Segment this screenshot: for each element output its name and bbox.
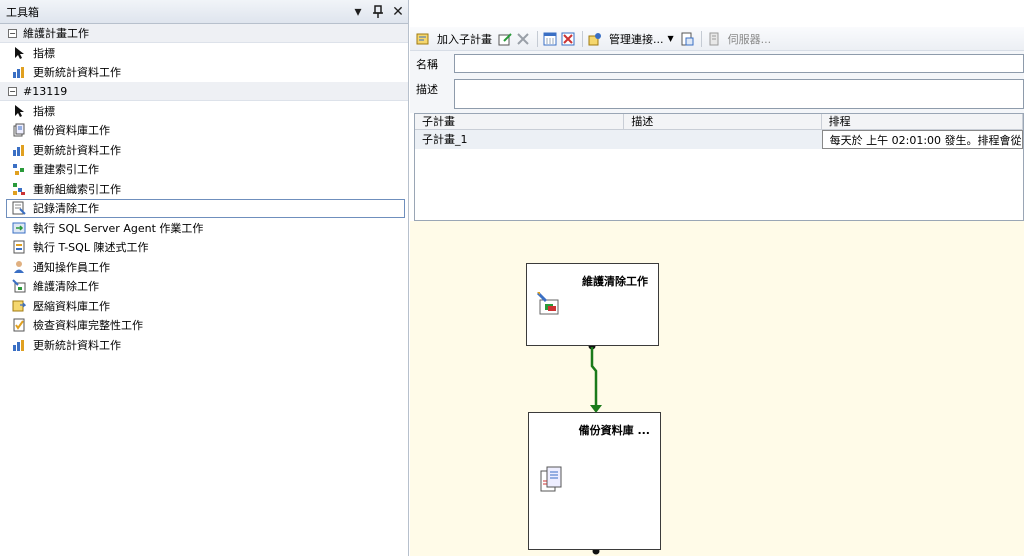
document-tab-strip	[410, 0, 1024, 27]
maintenance-cleanup-icon	[536, 291, 562, 317]
toolbar-separator	[582, 30, 583, 47]
shrink-db-icon	[12, 299, 26, 313]
toolbox-item-sql-agent-job[interactable]: 執行 SQL Server Agent 作業工作	[0, 218, 408, 238]
toolbar-separator	[700, 30, 702, 47]
toolbox-group-13119[interactable]: − #13119	[0, 82, 408, 101]
task-backup-database[interactable]: 備份資料庫 ...	[528, 412, 661, 550]
toolbox-group-maintenance[interactable]: − 維護計畫工作	[0, 24, 408, 43]
statistics-icon	[12, 338, 26, 352]
toolbox-item-pointer[interactable]: 指標	[0, 43, 408, 63]
servers-label: 伺服器...	[727, 32, 772, 46]
toolbox-item-shrink-database[interactable]: 壓縮資料庫工作	[0, 296, 408, 316]
pointer-icon	[12, 104, 26, 118]
toolbox-item-label: 壓縮資料庫工作	[33, 299, 110, 313]
task-title: 維護清除工作	[582, 275, 648, 288]
plan-properties: 名稱 描述	[410, 51, 1024, 113]
toolbox-item-label: 維護清除工作	[33, 280, 99, 294]
statistics-icon	[12, 65, 26, 79]
servers-button[interactable]: 伺服器...	[707, 31, 772, 47]
toolbox-item-label: 執行 T-SQL 陳述式工作	[33, 241, 149, 255]
collapse-icon[interactable]: −	[8, 86, 17, 96]
manage-connections-button[interactable]: 管理連接... ▼	[588, 31, 674, 47]
delete-subplan-icon[interactable]	[516, 32, 530, 46]
toolbox-item-label: 重新組織索引工作	[33, 182, 121, 196]
group-label: #13119	[23, 84, 68, 98]
column-header-schedule[interactable]: 排程	[822, 114, 1023, 129]
toolbox-item-label: 記錄清除工作	[33, 202, 99, 216]
manage-connections-icon	[588, 32, 602, 46]
toolbox-item-label: 備份資料庫工作	[33, 124, 110, 138]
server-icon	[707, 32, 721, 46]
name-label: 名稱	[416, 58, 438, 71]
toolbox-item-label: 執行 SQL Server Agent 作業工作	[33, 221, 204, 235]
description-field[interactable]	[454, 79, 1024, 109]
column-header-description[interactable]: 描述	[624, 114, 822, 129]
description-cell[interactable]	[624, 130, 821, 149]
toolbox-item-update-statistics[interactable]: 更新統計資料工作	[0, 335, 408, 355]
toolbox-item-pointer[interactable]: 指標	[0, 101, 408, 121]
toolbox-item-label: 通知操作員工作	[33, 260, 110, 274]
check-integrity-icon	[12, 318, 26, 332]
toolbox-panel: 工具箱 ▾ ✕ − 維護計畫工作 指標 更新統計資料工作 − #13119 指標…	[0, 0, 409, 556]
collapse-icon[interactable]: −	[8, 28, 17, 38]
remove-schedule-icon[interactable]	[561, 32, 575, 46]
toolbox-item-backup-database[interactable]: 備份資料庫工作	[0, 121, 408, 141]
group-label: 維護計畫工作	[23, 27, 89, 40]
task-maintenance-cleanup[interactable]: 維護清除工作	[526, 263, 659, 346]
toolbox-item-label: 檢查資料庫完整性工作	[33, 319, 143, 333]
chevron-down-icon[interactable]: ▼	[668, 34, 674, 43]
reorganize-index-icon	[12, 182, 26, 196]
grid-header: 子計畫 描述 排程	[415, 114, 1023, 130]
toolbox-title-bar: 工具箱 ▾ ✕	[0, 0, 408, 24]
toolbox-item-label: 更新統計資料工作	[33, 66, 121, 80]
description-label: 描述	[416, 83, 438, 96]
notify-operator-icon	[12, 260, 26, 274]
close-icon[interactable]: ✕	[388, 2, 408, 22]
toolbox-item-label: 指標	[33, 104, 55, 118]
schedule-cell[interactable]: 每天於 上午 02:01:00 發生。排程會從	[821, 130, 1023, 149]
subplan-cell[interactable]: 子計畫_1	[415, 130, 624, 149]
manage-connections-label: 管理連接...	[609, 32, 664, 46]
toolbox-item-maintenance-cleanup[interactable]: 維護清除工作	[0, 277, 408, 297]
subplan-properties-icon[interactable]	[498, 32, 512, 46]
add-subplan-icon	[416, 32, 430, 46]
designer-toolbar: 加入子計畫 管理連接... ▼ 伺服器...	[410, 27, 1024, 51]
subplan-grid: 子計畫 描述 排程 子計畫_1 每天於 上午 02:01:00 發生。排程會從	[414, 113, 1024, 221]
backup-icon	[538, 465, 564, 493]
toolbox-item-label: 更新統計資料工作	[33, 143, 121, 157]
toolbox-item-tsql[interactable]: 執行 T-SQL 陳述式工作	[0, 238, 408, 258]
toolbox-title: 工具箱	[6, 5, 39, 19]
toolbox-item-label: 更新統計資料工作	[33, 338, 121, 352]
table-row[interactable]: 子計畫_1 每天於 上午 02:01:00 發生。排程會從	[415, 130, 1023, 149]
toolbox-item-update-statistics[interactable]: 更新統計資料工作	[0, 140, 408, 160]
maintenance-cleanup-icon	[12, 279, 26, 293]
toolbox-item-update-statistics[interactable]: 更新統計資料工作	[0, 63, 408, 83]
dropdown-icon[interactable]: ▾	[348, 2, 368, 22]
tsql-icon	[12, 240, 26, 254]
toolbox-item-label: 重建索引工作	[33, 163, 99, 177]
toolbar-separator	[537, 30, 538, 47]
toolbox-item-notify-operator[interactable]: 通知操作員工作	[0, 257, 408, 277]
pointer-icon	[12, 46, 26, 60]
add-subplan-label: 加入子計畫	[437, 32, 492, 46]
statistics-icon	[12, 143, 26, 157]
toolbox-item-label: 指標	[33, 46, 55, 60]
backup-icon	[12, 123, 26, 137]
design-canvas[interactable]: 維護清除工作 備份資料庫 ...	[410, 221, 1024, 556]
report-options-icon[interactable]	[680, 32, 694, 46]
toolbox-item-history-cleanup[interactable]: 記錄清除工作	[6, 198, 405, 218]
rebuild-index-icon	[12, 162, 26, 176]
history-cleanup-icon	[12, 201, 26, 215]
subplan-schedule-icon[interactable]	[543, 32, 557, 46]
column-header-subplan[interactable]: 子計畫	[415, 114, 625, 129]
toolbox-item-rebuild-index[interactable]: 重建索引工作	[0, 160, 408, 180]
agent-job-icon	[12, 221, 26, 235]
pin-icon[interactable]	[368, 2, 388, 22]
task-title: 備份資料庫 ...	[578, 424, 650, 437]
toolbox-item-reorganize-index[interactable]: 重新組織索引工作	[0, 179, 408, 199]
precedence-connector[interactable]	[410, 221, 1024, 556]
name-field[interactable]	[454, 54, 1024, 73]
toolbox-item-check-integrity[interactable]: 檢查資料庫完整性工作	[0, 316, 408, 336]
add-subplan-button[interactable]: 加入子計畫	[416, 31, 492, 47]
